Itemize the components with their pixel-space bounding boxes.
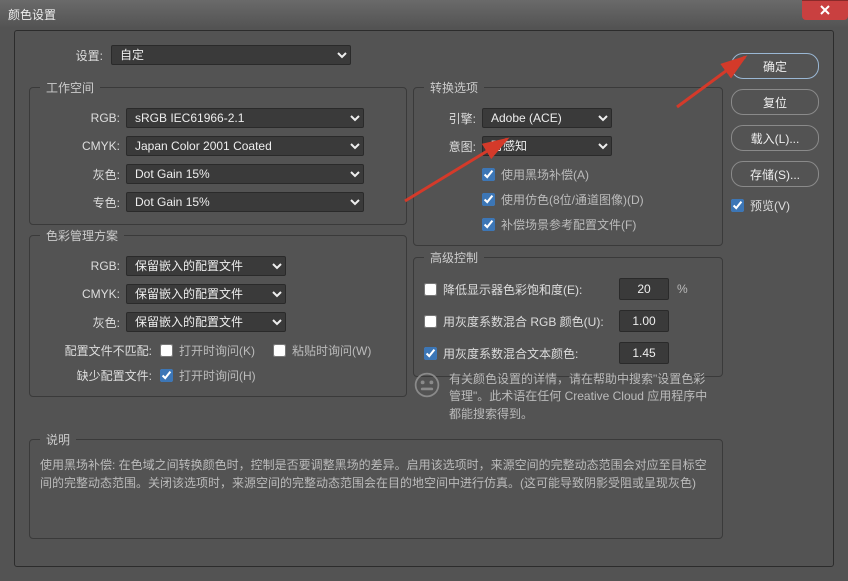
engine-dropdown[interactable]: Adobe (ACE) <box>482 108 612 128</box>
compensate-label: 补偿场景参考配置文件(F) <box>501 216 636 233</box>
dialog-body: 设置: 自定 工作空间 RGB: sRGB IEC61966-2.1 CMYK:… <box>14 30 834 567</box>
blend-text-label: 用灰度系数混合文本颜色: <box>443 345 619 362</box>
policies-legend: 色彩管理方案 <box>40 227 124 244</box>
intent-dropdown[interactable]: 可感知 <box>482 136 612 156</box>
settings-row: 设置: 自定 <box>63 45 351 65</box>
info-row: 有关颜色设置的详情，请在帮助中搜索"设置色彩管理"。此术语在任何 Creativ… <box>413 371 713 423</box>
compensate-wrap[interactable]: 补偿场景参考配置文件(F) <box>482 216 712 233</box>
workspace-cmyk-dropdown[interactable]: Japan Color 2001 Coated <box>126 136 364 156</box>
blackpoint-checkbox[interactable] <box>482 168 495 181</box>
ask-open-missing-wrap[interactable]: 打开时询问(H) <box>160 367 256 384</box>
cmyk-label: CMYK: <box>40 139 120 153</box>
policy-cmyk-dropdown[interactable]: 保留嵌入的配置文件 <box>126 284 286 304</box>
preview-wrap[interactable]: 预览(V) <box>731 197 819 214</box>
titlebar: 颜色设置 <box>0 0 848 28</box>
policy-cmyk-label: CMYK: <box>40 287 120 301</box>
dither-label: 使用仿色(8位/通道图像)(D) <box>501 191 644 208</box>
blend-rgb-checkbox[interactable] <box>424 315 437 328</box>
ask-paste-checkbox[interactable] <box>273 344 286 357</box>
conversion-group: 转换选项 引擎: Adobe (ACE) 意图: 可感知 使用黑场补偿(A) 使… <box>413 79 723 246</box>
desaturate-checkbox[interactable] <box>424 283 437 296</box>
window-title: 颜色设置 <box>8 6 56 23</box>
policy-rgb-label: RGB: <box>40 259 120 273</box>
intent-label: 意图: <box>424 138 476 155</box>
ask-open-check-wrap[interactable]: 打开时询问(K) <box>160 342 255 359</box>
load-button[interactable]: 载入(L)... <box>731 125 819 151</box>
dither-wrap[interactable]: 使用仿色(8位/通道图像)(D) <box>482 191 712 208</box>
desaturate-label: 降低显示器色彩饱和度(E): <box>443 281 619 298</box>
missing-label: 缺少配置文件: <box>40 367 152 384</box>
workspace-gray-dropdown[interactable]: Dot Gain 15% <box>126 164 364 184</box>
ask-open-checkbox[interactable] <box>160 344 173 357</box>
settings-label: 设置: <box>63 47 103 64</box>
ask-open-missing-checkbox[interactable] <box>160 369 173 382</box>
workspace-legend: 工作空间 <box>40 79 100 96</box>
blackpoint-wrap[interactable]: 使用黑场补偿(A) <box>482 166 712 183</box>
blend-rgb-input[interactable] <box>619 310 669 332</box>
description-legend: 说明 <box>40 431 76 448</box>
advanced-legend: 高级控制 <box>424 249 484 266</box>
workspace-rgb-dropdown[interactable]: sRGB IEC61966-2.1 <box>126 108 364 128</box>
workspace-spot-dropdown[interactable]: Dot Gain 15% <box>126 192 364 212</box>
ask-paste-label: 粘贴时询问(W) <box>292 342 371 359</box>
gray-label: 灰色: <box>40 166 120 183</box>
engine-label: 引擎: <box>424 110 476 127</box>
ask-paste-check-wrap[interactable]: 粘贴时询问(W) <box>273 342 371 359</box>
ask-open-label: 打开时询问(K) <box>179 342 255 359</box>
blend-text-checkbox[interactable] <box>424 347 437 360</box>
close-icon <box>819 4 831 16</box>
description-group: 说明 使用黑场补偿: 在色域之间转换颜色时，控制是否要调整黑场的差异。启用该选项… <box>29 431 723 539</box>
reset-button[interactable]: 复位 <box>731 89 819 115</box>
advanced-group: 高级控制 降低显示器色彩饱和度(E): % 用灰度系数混合 RGB 颜色(U):… <box>413 249 723 377</box>
info-text: 有关颜色设置的详情，请在帮助中搜索"设置色彩管理"。此术语在任何 Creativ… <box>449 371 713 423</box>
desaturate-unit: % <box>677 282 688 296</box>
ask-open-missing-label: 打开时询问(H) <box>179 367 256 384</box>
ok-label: 确定 <box>763 58 787 75</box>
ok-button[interactable]: 确定 <box>731 53 819 79</box>
policies-group: 色彩管理方案 RGB: 保留嵌入的配置文件 CMYK: 保留嵌入的配置文件 灰色… <box>29 227 407 397</box>
preview-checkbox[interactable] <box>731 199 744 212</box>
blend-text-input[interactable] <box>619 342 669 364</box>
policy-rgb-dropdown[interactable]: 保留嵌入的配置文件 <box>126 256 286 276</box>
close-button[interactable] <box>802 0 848 20</box>
rgb-label: RGB: <box>40 111 120 125</box>
desaturate-input[interactable] <box>619 278 669 300</box>
load-label: 载入(L)... <box>751 130 800 147</box>
blend-rgb-label: 用灰度系数混合 RGB 颜色(U): <box>443 313 619 330</box>
policy-gray-dropdown[interactable]: 保留嵌入的配置文件 <box>126 312 286 332</box>
description-text: 使用黑场补偿: 在色域之间转换颜色时，控制是否要调整黑场的差异。启用该选项时，来… <box>40 456 712 492</box>
color-settings-window: 颜色设置 设置: 自定 工作空间 RGB: sRGB IEC61966-2.1 … <box>0 0 848 581</box>
dither-checkbox[interactable] <box>482 193 495 206</box>
compensate-checkbox[interactable] <box>482 218 495 231</box>
mismatch-label: 配置文件不匹配: <box>40 342 152 359</box>
blackpoint-label: 使用黑场补偿(A) <box>501 166 589 183</box>
spot-label: 专色: <box>40 194 120 211</box>
reset-label: 复位 <box>763 94 787 111</box>
workspace-group: 工作空间 RGB: sRGB IEC61966-2.1 CMYK: Japan … <box>29 79 407 225</box>
settings-dropdown[interactable]: 自定 <box>111 45 351 65</box>
policy-gray-label: 灰色: <box>40 314 120 331</box>
save-label: 存储(S)... <box>750 166 800 183</box>
save-button[interactable]: 存储(S)... <box>731 161 819 187</box>
conversion-legend: 转换选项 <box>424 79 484 96</box>
info-icon <box>413 371 441 399</box>
side-buttons: 确定 复位 载入(L)... 存储(S)... 预览(V) <box>731 53 819 214</box>
preview-label: 预览(V) <box>750 197 790 214</box>
